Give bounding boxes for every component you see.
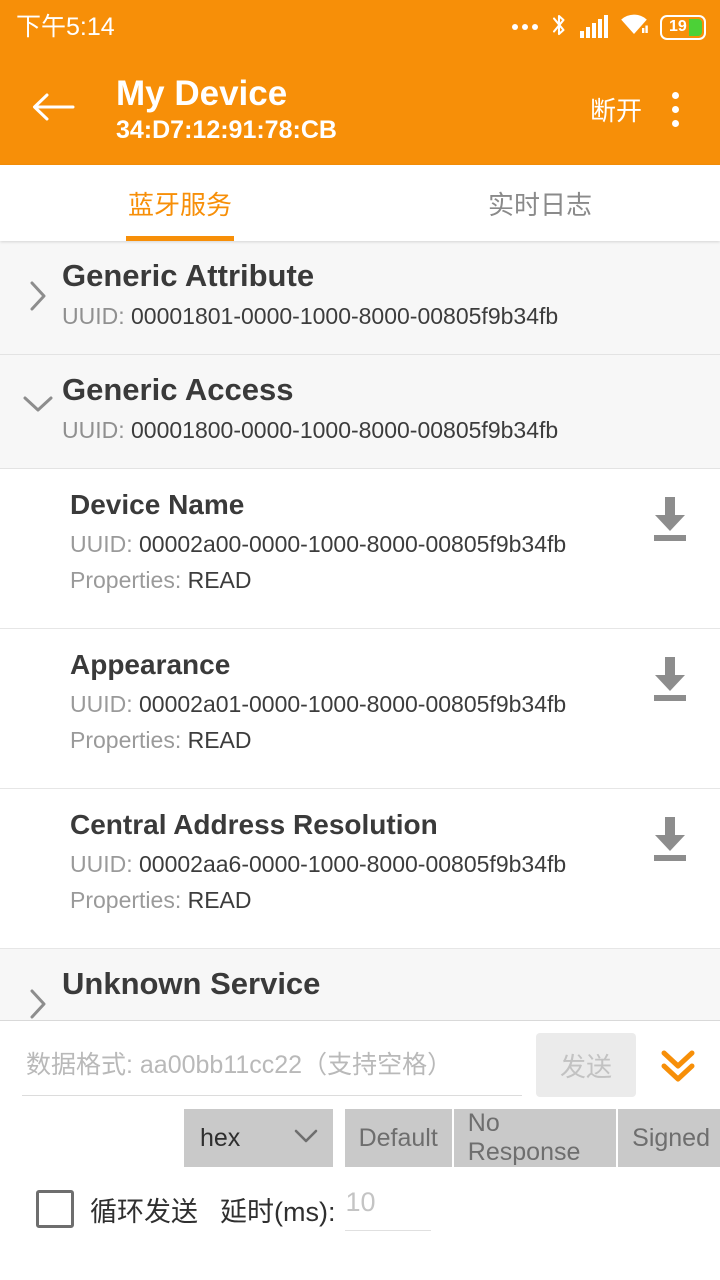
service-name: Generic Access xyxy=(62,372,294,407)
tab-bluetooth-services-label: 蓝牙服务 xyxy=(127,189,232,220)
bluetooth-icon xyxy=(549,12,569,43)
ellipsis-icon xyxy=(512,24,538,30)
service-text: Generic Attribute UUID: 00001801-0000-10… xyxy=(58,257,702,331)
characteristic-row[interactable]: Appearance UUID: 00002a01-0000-1000-8000… xyxy=(0,629,720,789)
service-row[interactable]: Unknown Service xyxy=(0,949,720,1020)
wifi-icon xyxy=(619,12,649,42)
app-bar: My Device 34:D7:12:91:78:CB 断开 xyxy=(0,54,720,165)
characteristic-row[interactable]: Central Address Resolution UUID: 00002aa… xyxy=(0,789,720,949)
cellular-signal-icon xyxy=(580,15,608,38)
device-address: 34:D7:12:91:78:CB xyxy=(116,116,337,145)
write-mode-no-response[interactable]: No Response xyxy=(453,1109,619,1167)
format-spinner[interactable]: hex xyxy=(184,1109,333,1167)
tab-bar: 蓝牙服务 实时日志 xyxy=(0,165,720,241)
characteristic-name: Central Address Resolution xyxy=(70,809,438,840)
characteristic-text: Central Address Resolution UUID: 00002aa… xyxy=(70,807,638,915)
service-name: Unknown Service xyxy=(62,966,321,1001)
format-spinner-value: hex xyxy=(200,1123,241,1152)
characteristic-properties: Properties: READ xyxy=(70,566,638,595)
chevron-down-icon xyxy=(293,1128,319,1149)
uuid-value: 00002a00-0000-1000-8000-00805f9b34fb xyxy=(139,531,567,558)
uuid-prefix-label: UUID: xyxy=(70,531,139,558)
characteristic-uuid: UUID: 00002a00-0000-1000-8000-00805f9b34… xyxy=(70,530,638,559)
properties-prefix-label: Properties: xyxy=(70,887,188,914)
uuid-prefix-label: UUID: xyxy=(62,302,131,329)
characteristic-properties: Properties: READ xyxy=(70,886,638,915)
delay-label: 延时(ms): xyxy=(220,1196,336,1227)
service-uuid: UUID: 00001801-0000-1000-8000-00805f9b34… xyxy=(62,302,702,331)
disconnect-button[interactable]: 断开 xyxy=(582,91,650,128)
characteristic-uuid: UUID: 00002a01-0000-1000-8000-00805f9b34… xyxy=(70,690,638,719)
service-row[interactable]: Generic Attribute UUID: 00001801-0000-10… xyxy=(0,241,720,355)
app-root: 下午5:14 19 My Device 34:D7:12:91:78:CB 断开… xyxy=(0,0,720,1280)
download-icon[interactable] xyxy=(638,647,702,705)
battery-icon: 19 xyxy=(660,14,706,40)
characteristic-name: Appearance xyxy=(70,649,231,680)
tab-realtime-log-label: 实时日志 xyxy=(487,189,592,220)
chevron-down-icon[interactable] xyxy=(18,371,58,415)
uuid-value: 00001800-0000-1000-8000-00805f9b34fb xyxy=(131,416,559,443)
properties-prefix-label: Properties: xyxy=(70,727,188,754)
properties-value: READ xyxy=(187,887,252,914)
service-list[interactable]: Generic Attribute UUID: 00001801-0000-10… xyxy=(0,241,720,1020)
write-mode-default[interactable]: Default xyxy=(344,1109,454,1167)
loop-send-row: 循环发送 延时(ms): 10 xyxy=(0,1167,720,1231)
properties-value: READ xyxy=(187,727,252,754)
uuid-value: 00001801-0000-1000-8000-00805f9b34fb xyxy=(131,302,559,329)
back-button[interactable] xyxy=(26,83,80,137)
delay-input-placeholder: 10 xyxy=(345,1187,376,1217)
uuid-prefix-label: UUID: xyxy=(70,851,139,878)
download-icon[interactable] xyxy=(638,487,702,545)
chevron-right-icon[interactable] xyxy=(18,965,58,1020)
service-row[interactable]: Generic Access UUID: 00001800-0000-1000-… xyxy=(0,355,720,469)
send-row: 数据格式: aa00bb11cc22（支持空格） 发送 xyxy=(0,1021,720,1097)
write-options-row: hex Default No Response Signed xyxy=(0,1097,720,1167)
download-icon[interactable] xyxy=(638,807,702,865)
service-name: Generic Attribute xyxy=(62,258,315,293)
status-bar: 下午5:14 19 xyxy=(0,0,720,54)
uuid-value: 00002a01-0000-1000-8000-00805f9b34fb xyxy=(139,691,567,718)
write-mode-group: Default No Response Signed xyxy=(344,1109,720,1167)
delay-input[interactable]: 10 xyxy=(345,1187,432,1231)
characteristic-properties: Properties: READ xyxy=(70,726,638,755)
loop-send-checkbox[interactable] xyxy=(36,1190,74,1228)
properties-prefix-label: Properties: xyxy=(70,567,188,594)
uuid-prefix-label: UUID: xyxy=(70,691,139,718)
status-bar-icons: 19 xyxy=(512,12,706,43)
battery-level-label: 19 xyxy=(669,18,687,35)
uuid-value: 00002aa6-0000-1000-8000-00805f9b34fb xyxy=(139,851,567,878)
tab-realtime-log[interactable]: 实时日志 xyxy=(360,165,720,241)
data-input[interactable]: 数据格式: aa00bb11cc22（支持空格） xyxy=(22,1035,522,1096)
characteristic-text: Appearance UUID: 00002a01-0000-1000-8000… xyxy=(70,647,638,755)
app-bar-titles: My Device 34:D7:12:91:78:CB xyxy=(116,74,582,145)
page-title: My Device xyxy=(116,73,288,113)
loop-send-label: 循环发送 xyxy=(90,1196,198,1227)
more-vertical-icon[interactable] xyxy=(650,83,700,137)
data-input-placeholder: 数据格式: aa00bb11cc22（支持空格） xyxy=(26,1050,453,1079)
properties-value: READ xyxy=(187,567,252,594)
uuid-prefix-label: UUID: xyxy=(62,416,131,443)
write-mode-signed[interactable]: Signed xyxy=(618,1109,720,1167)
arrow-left-icon xyxy=(31,91,75,128)
service-text: Generic Access UUID: 00001800-0000-1000-… xyxy=(58,371,702,445)
characteristic-row[interactable]: Device Name UUID: 00002a00-0000-1000-800… xyxy=(0,469,720,629)
write-panel: 数据格式: aa00bb11cc22（支持空格） 发送 hex Default … xyxy=(0,1020,720,1280)
characteristic-uuid: UUID: 00002aa6-0000-1000-8000-00805f9b34… xyxy=(70,850,638,879)
service-uuid: UUID: 00001800-0000-1000-8000-00805f9b34… xyxy=(62,416,702,445)
tab-bluetooth-services[interactable]: 蓝牙服务 xyxy=(0,165,360,241)
characteristic-name: Device Name xyxy=(70,489,245,520)
chevrons-down-icon[interactable] xyxy=(650,1033,706,1097)
status-bar-clock: 下午5:14 xyxy=(16,12,115,41)
send-button[interactable]: 发送 xyxy=(536,1033,636,1097)
chevron-right-icon[interactable] xyxy=(18,257,58,313)
service-text: Unknown Service xyxy=(58,965,702,1004)
characteristic-text: Device Name UUID: 00002a00-0000-1000-800… xyxy=(70,487,638,595)
